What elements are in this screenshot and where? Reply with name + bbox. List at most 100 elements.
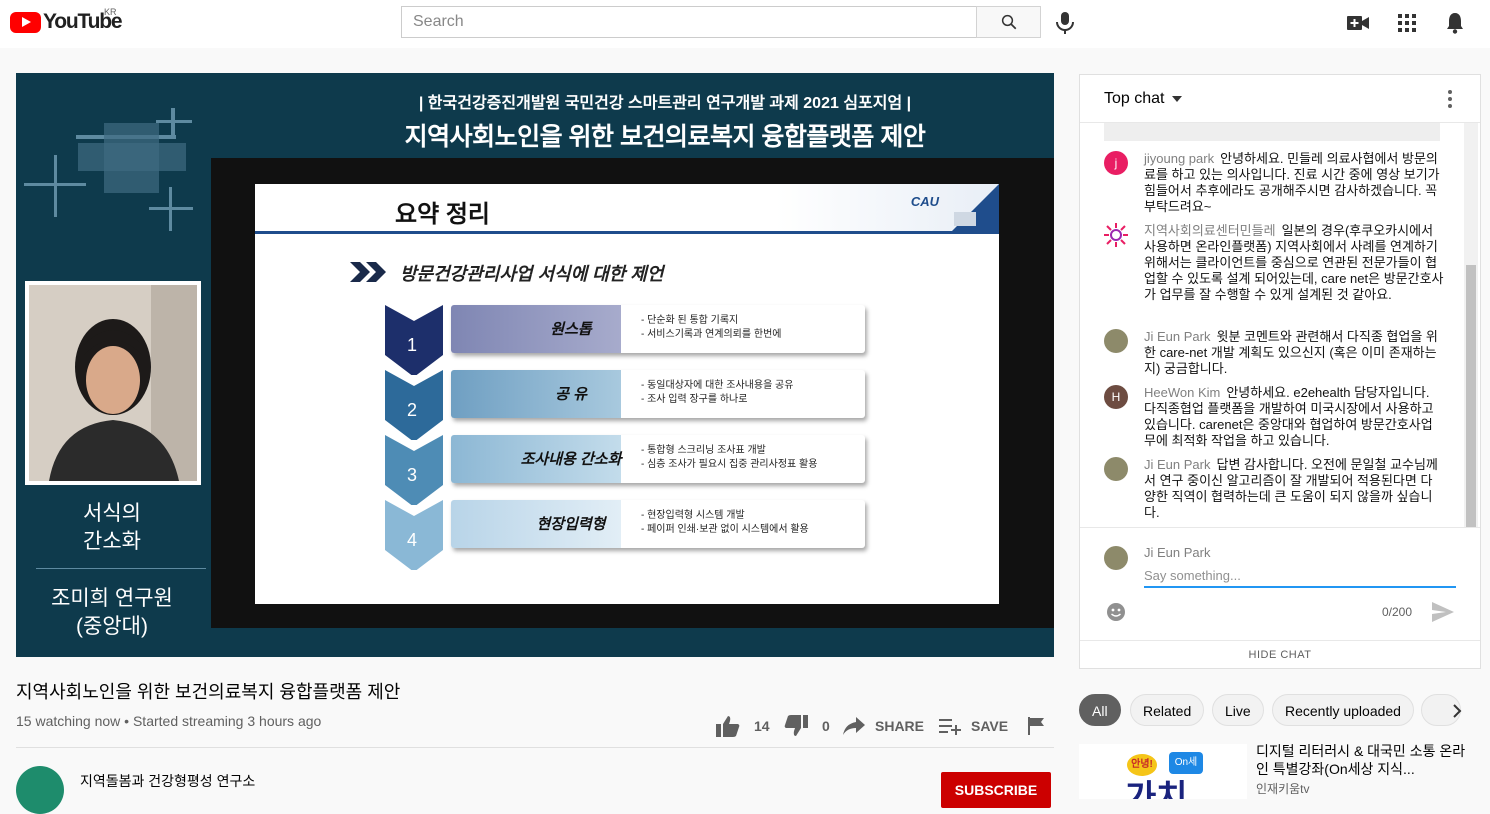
- step-desc: - 동일대상자에 대한 조사내용을 공유 - 조사 입력 장구를 하나로: [641, 379, 793, 407]
- author-avatar[interactable]: H: [1104, 385, 1128, 409]
- more-options-icon[interactable]: [1442, 89, 1458, 109]
- subscribe-button[interactable]: SUBSCRIBE: [941, 772, 1051, 808]
- voice-search-button[interactable]: [1053, 11, 1077, 35]
- like-count: 14: [754, 718, 770, 734]
- save-label: SAVE: [971, 718, 1009, 734]
- speaker-topic-line1: 서식의: [83, 502, 141, 525]
- step-desc-line: - 조사 입력 장구를 하나로: [641, 394, 748, 405]
- thumbs-down-icon: [784, 715, 808, 736]
- create-video-button[interactable]: [1346, 11, 1370, 35]
- step-name: 현장입력형: [536, 516, 606, 533]
- step-number: 2: [407, 400, 418, 420]
- caret-down-icon: [1172, 96, 1183, 102]
- slide-corner-graphic: [949, 184, 999, 234]
- chat-mode-dropdown[interactable]: Top chat: [1104, 90, 1183, 108]
- share-button[interactable]: SHARE: [843, 714, 924, 738]
- thumb-text: 가치: [1125, 779, 1188, 799]
- step-desc-line: - 동일대상자에 대한 조사내용을 공유: [641, 380, 794, 391]
- send-icon[interactable]: [1432, 602, 1454, 622]
- video-player[interactable]: | 한국건강증진개발원 국민건강 스마트관리 연구개발 과제 2021 심포지엄…: [16, 73, 1054, 657]
- like-button[interactable]: 14: [716, 714, 770, 738]
- playlist-add-icon: [939, 719, 961, 735]
- recommendation-channel[interactable]: 인재키움tv: [1256, 780, 1310, 797]
- author-name[interactable]: 지역사회의료센터민들레: [1144, 223, 1276, 238]
- author-name[interactable]: Ji Eun Park: [1144, 329, 1210, 344]
- apps-button[interactable]: [1395, 11, 1419, 35]
- chat-message-input[interactable]: Say something...: [1144, 566, 1456, 588]
- bell-icon: [1447, 13, 1463, 34]
- microphone-icon: [1056, 12, 1074, 34]
- speaker-name: 조미희 연구원 (중앙대): [32, 585, 192, 641]
- video-meta: 15 watching now • Started streaming 3 ho…: [16, 713, 322, 729]
- slide-step-4: 4 현장입력형 - 현장입력형 시스템 개발 - 페이퍼 인쇄·보관 없이 시스템…: [385, 500, 865, 570]
- author-avatar[interactable]: [1104, 223, 1128, 247]
- search-input[interactable]: Search: [401, 6, 977, 38]
- chip-recently-uploaded[interactable]: Recently uploaded: [1272, 694, 1414, 726]
- speaker-name-line1: 조미희 연구원: [51, 587, 173, 610]
- report-button[interactable]: [1028, 714, 1044, 738]
- emoji-icon[interactable]: [1106, 602, 1126, 622]
- chat-input-area: Ji Eun Park Say something... 0/200: [1080, 527, 1480, 647]
- chevron-right-icon[interactable]: [1452, 704, 1462, 718]
- author-avatar[interactable]: [1104, 457, 1128, 481]
- decor-cross: [169, 187, 172, 231]
- slide-header-line1: | 한국건강증진개발원 국민건강 스마트관리 연구개발 과제 2021 심포지엄…: [418, 95, 912, 112]
- recommendation-thumbnail[interactable]: 안녕! On세 가치: [1079, 744, 1247, 799]
- dislike-button[interactable]: 0: [784, 714, 830, 738]
- author-name[interactable]: jiyoung park: [1144, 151, 1214, 166]
- step-desc: - 단순화 된 통합 기록지 - 서비스기록과 연계의뢰를 한번에: [641, 314, 781, 342]
- apps-grid-icon: [1398, 14, 1416, 32]
- step-number: 4: [407, 530, 418, 550]
- chat-header: Top chat: [1080, 75, 1480, 123]
- step-card: 원스톱 - 단순화 된 통합 기록지 - 서비스기록과 연계의뢰를 한번에: [451, 305, 865, 353]
- char-counter: 0/200: [1382, 605, 1413, 619]
- share-arrow-icon: [843, 717, 865, 735]
- top-bar: YouTube KR Search: [0, 0, 1490, 48]
- youtube-play-icon: [10, 11, 41, 33]
- country-code: KR: [104, 7, 117, 17]
- recommendation-title[interactable]: 디지털 리터러시 & 대국민 소통 온라인 특별강좌(On세상 지식...: [1256, 742, 1466, 778]
- author-avatar[interactable]: [1104, 329, 1128, 353]
- step-desc-line: - 통합형 스크리닝 조사표 개발: [641, 445, 766, 456]
- channel-name[interactable]: 지역돌봄과 건강형평성 연구소: [80, 771, 255, 791]
- slide-subtitle-text: 방문건강관리사업 서식에 대한 제언: [400, 264, 664, 284]
- slide-head: 요약 정리 CAU: [255, 184, 999, 234]
- search-button[interactable]: [976, 6, 1041, 38]
- author-avatar[interactable]: j: [1104, 151, 1128, 175]
- step-desc: - 통합형 스크리닝 조사표 개발 - 심층 조사가 필요시 집중 관리사정표 활…: [641, 444, 817, 472]
- step-card: 공 유 - 동일대상자에 대한 조사내용을 공유 - 조사 입력 장구를 하나로: [451, 370, 865, 418]
- share-label: SHARE: [875, 718, 925, 734]
- step-desc-line: - 단순화 된 통합 기록지: [641, 315, 739, 326]
- slide-step-3: 3 조사내용 간소화 - 통합형 스크리닝 조사표 개발 - 심층 조사가 필요시…: [385, 435, 865, 505]
- chip-related[interactable]: Related: [1130, 694, 1205, 726]
- decor-cross: [54, 155, 57, 217]
- chip-live[interactable]: Live: [1212, 694, 1264, 726]
- step-desc: - 현장입력형 시스템 개발 - 페이퍼 인쇄·보관 없이 시스템에서 활용: [641, 509, 809, 537]
- save-button[interactable]: SAVE: [939, 714, 1008, 738]
- hide-chat-button[interactable]: HIDE CHAT: [1080, 640, 1480, 668]
- sun-pattern-icon: [1104, 223, 1128, 247]
- chat-scrollbar-thumb[interactable]: [1466, 265, 1476, 527]
- chat-message: Ji Eun Park 답변 감사합니다. 오전에 문일철 교수님께서 연구 중이…: [1104, 457, 1444, 521]
- chat-message: Ji Eun Park 윗분 코멘트와 관련해서 다직종 협업을 위한 care-…: [1104, 329, 1444, 377]
- author-name[interactable]: Ji Eun Park: [1144, 457, 1210, 472]
- notifications-button[interactable]: [1443, 11, 1467, 35]
- chat-message: H HeeWon Kim 안녕하세요. e2ehealth 담당자입니다. 다직종…: [1104, 385, 1444, 449]
- slide-title: 요약 정리: [395, 201, 490, 228]
- step-card: 조사내용 간소화 - 통합형 스크리닝 조사표 개발 - 심층 조사가 필요시 집…: [451, 435, 865, 483]
- double-chevron-icon: [350, 262, 386, 282]
- search-icon: [1001, 14, 1016, 30]
- step-desc-line: - 페이퍼 인쇄·보관 없이 시스템에서 활용: [641, 524, 809, 535]
- slide-header-line2: 지역사회노인을 위한 보건의료복지 융합플랫폼 제안: [404, 123, 926, 151]
- channel-avatar[interactable]: [16, 766, 64, 814]
- divider-line: [36, 568, 206, 569]
- chip-all[interactable]: All: [1079, 694, 1121, 726]
- author-name[interactable]: HeeWon Kim: [1144, 385, 1220, 400]
- divider: [16, 747, 1054, 748]
- pinned-message-edge: [1104, 123, 1440, 141]
- chat-message: j jiyoung park 안녕하세요. 민들레 의료사협에서 방문의료를 하고…: [1104, 151, 1444, 215]
- thumbs-up-icon: [716, 716, 740, 737]
- speaker-webcam: [25, 281, 201, 485]
- speaker-topic-line2: 간소화: [83, 530, 141, 553]
- speaker-topic: 서식의 간소화: [32, 500, 192, 556]
